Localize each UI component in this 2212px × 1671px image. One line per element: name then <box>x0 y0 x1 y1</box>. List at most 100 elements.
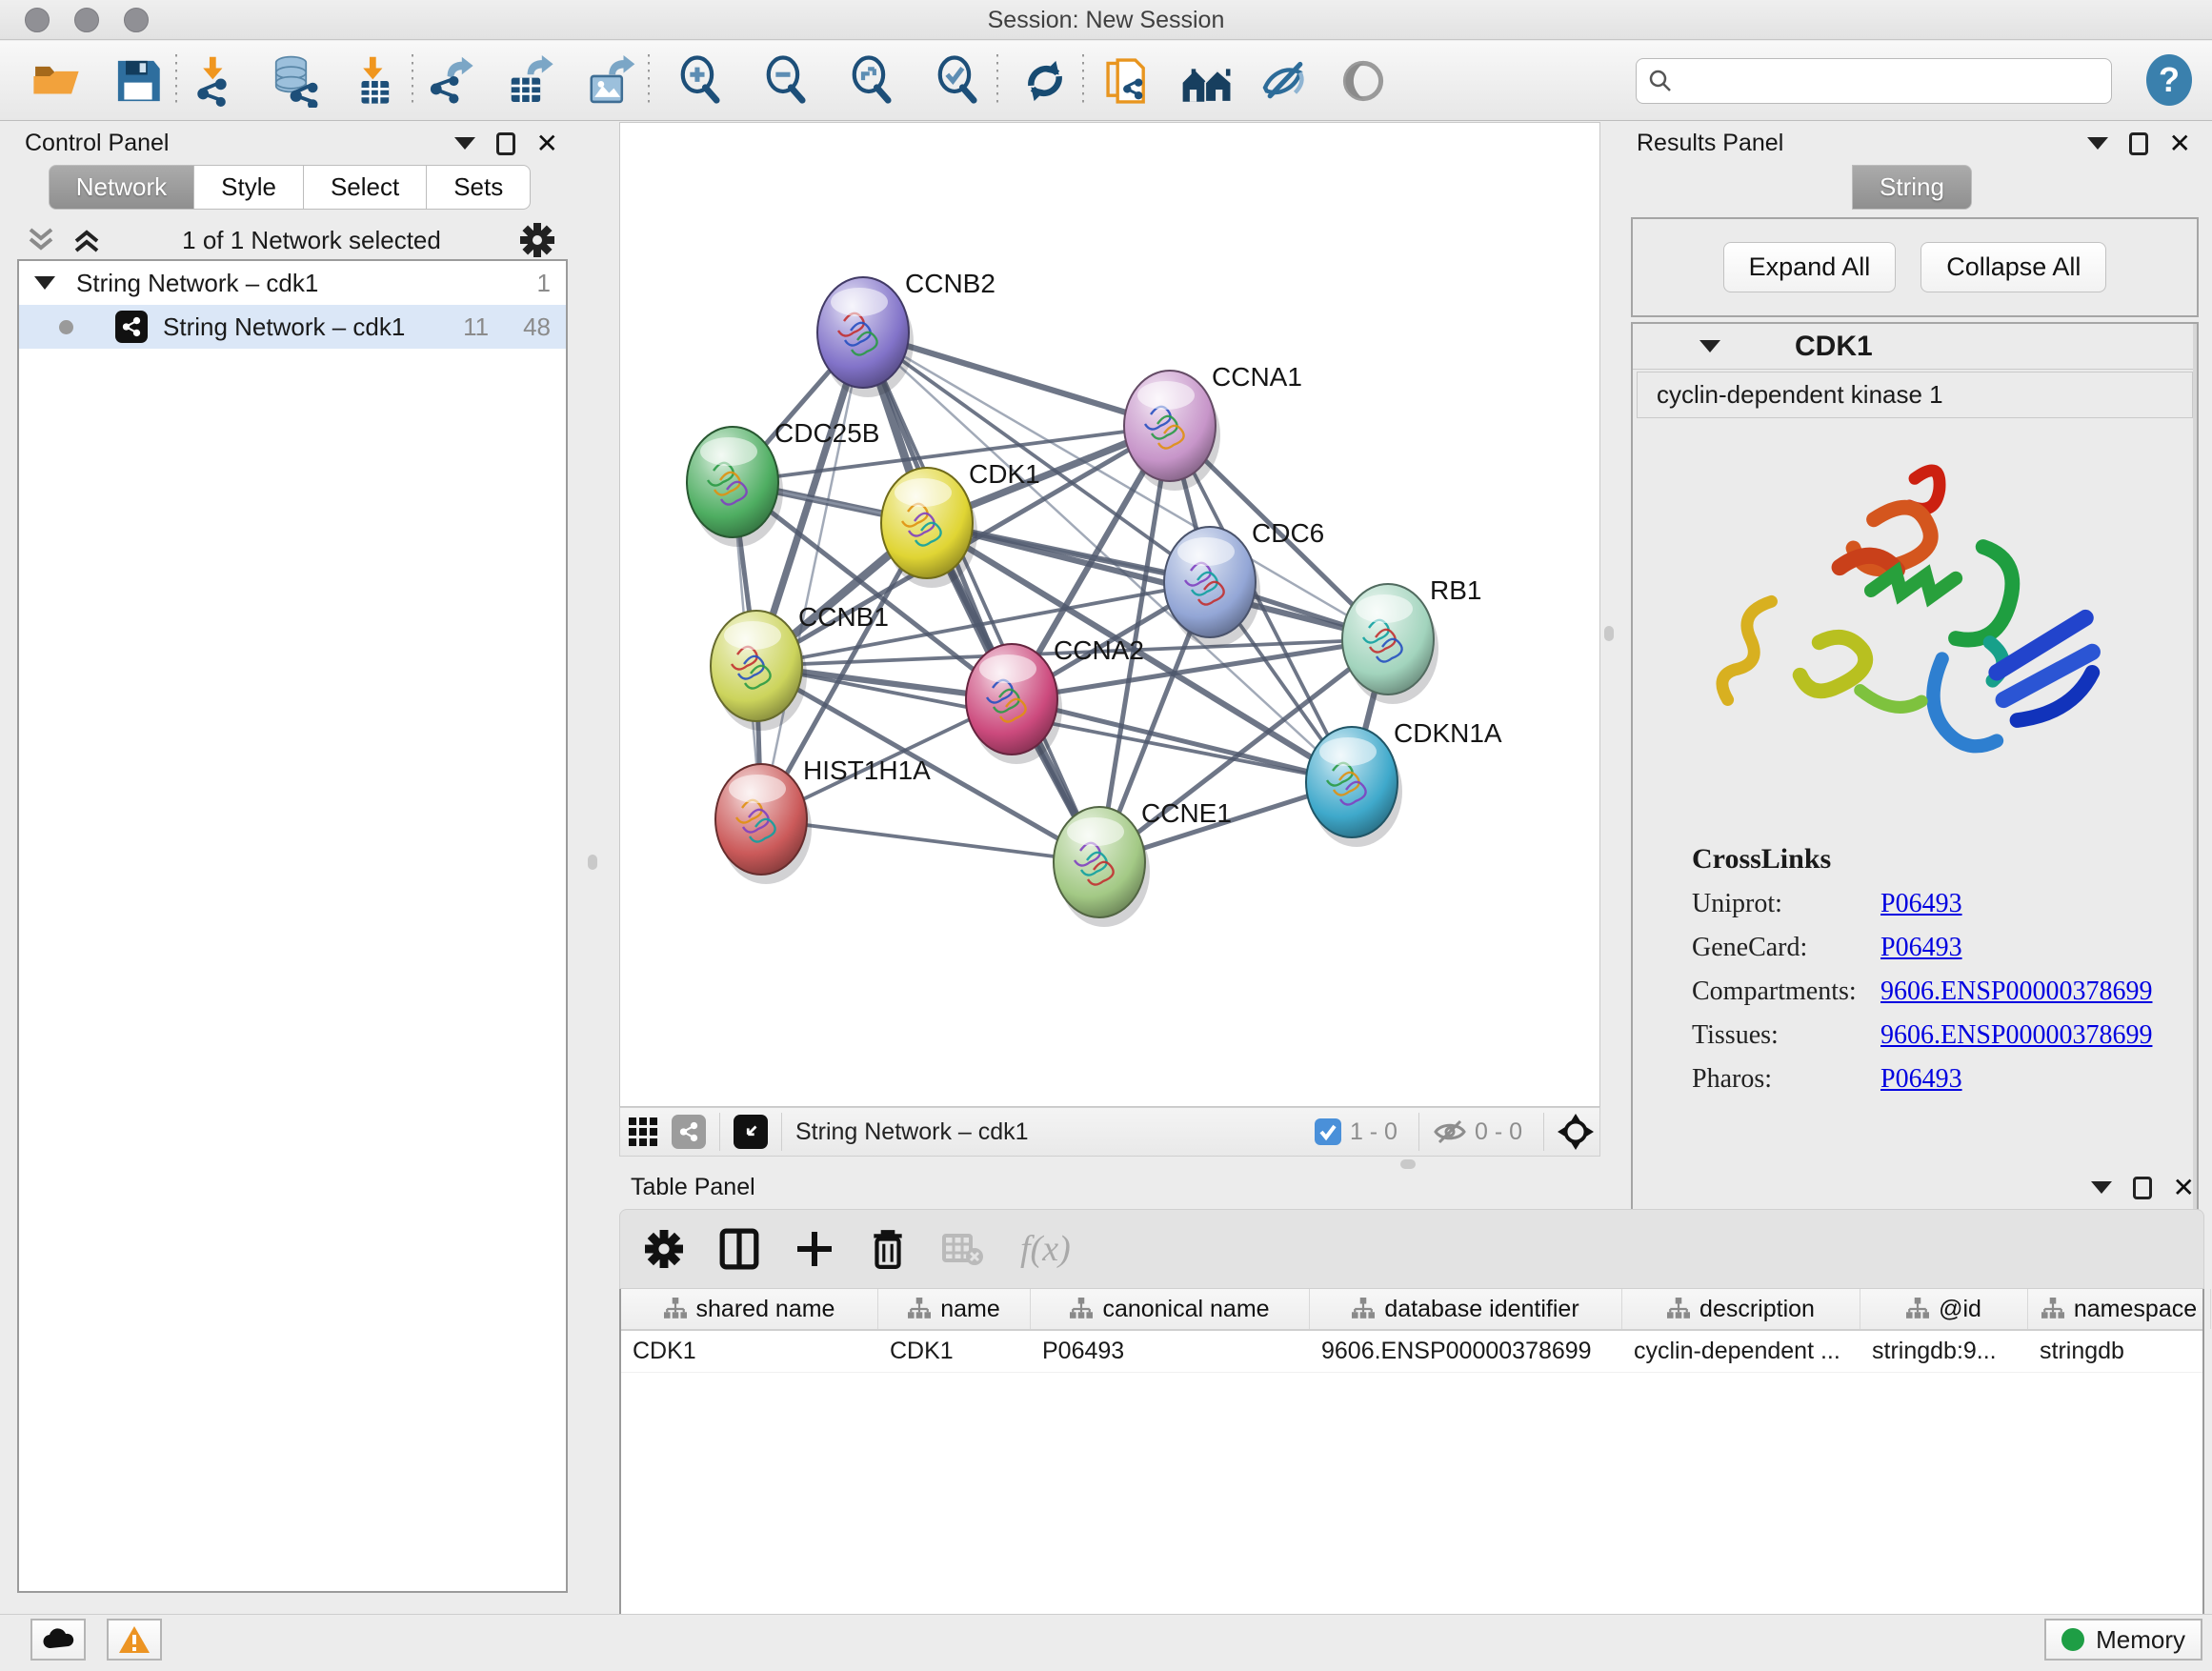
fit-selection-target-icon[interactable] <box>1558 1114 1594 1150</box>
bottom-splitter-handle[interactable] <box>1400 1159 1416 1169</box>
column-header--id[interactable]: @id <box>1860 1289 2028 1329</box>
open-session-icon[interactable] <box>29 53 84 109</box>
results-panel-float-icon[interactable] <box>2129 132 2148 155</box>
collection-expand-icon[interactable] <box>34 276 55 290</box>
results-scrollbar[interactable] <box>2193 324 2197 1233</box>
save-session-icon[interactable] <box>111 53 166 109</box>
crosslink-link[interactable]: P06493 <box>1880 1064 1962 1095</box>
hidden-eye-icon[interactable] <box>1433 1118 1467 1145</box>
clone-network-icon[interactable] <box>1101 53 1156 109</box>
zoom-in-icon[interactable] <box>674 53 730 109</box>
crosslink-row: Pharos:P06493 <box>1692 1064 2197 1095</box>
tab-style[interactable]: Style <box>194 165 304 210</box>
control-panel-tabs: Network Style Select Sets <box>8 165 572 210</box>
table-panel-float-icon[interactable] <box>2133 1177 2152 1199</box>
collapse-all-icon[interactable] <box>25 226 57 254</box>
table-options-gear-icon[interactable] <box>645 1230 683 1268</box>
control-panel-float-icon[interactable] <box>496 132 515 155</box>
export-image-icon[interactable] <box>583 53 638 109</box>
results-panel-close-icon[interactable]: ✕ <box>2169 131 2191 157</box>
tab-network[interactable]: Network <box>49 165 194 210</box>
table-panel-close-icon[interactable]: ✕ <box>2173 1175 2195 1201</box>
export-network-icon[interactable] <box>423 53 478 109</box>
network-options-gear-icon[interactable] <box>520 223 554 257</box>
network-node-ccnb2[interactable]: CCNB2 <box>817 269 995 397</box>
tab-select[interactable]: Select <box>304 165 427 210</box>
import-network-file-icon[interactable] <box>187 53 242 109</box>
table-panel: Table Panel ✕ f(x) shared namenamecanoni… <box>619 1170 2204 1613</box>
column-header-canonical-name[interactable]: canonical name <box>1031 1289 1310 1329</box>
add-column-icon[interactable] <box>795 1230 834 1268</box>
expand-all-button[interactable]: Expand All <box>1723 242 1897 292</box>
column-header-database-identifier[interactable]: database identifier <box>1310 1289 1622 1329</box>
export-table-icon[interactable] <box>503 53 558 109</box>
crosslink-link[interactable]: P06493 <box>1880 889 1962 919</box>
cloud-status-button[interactable] <box>30 1619 86 1661</box>
import-network-database-icon[interactable] <box>267 53 322 109</box>
cytoscape-window: Session: New Session <box>0 0 2212 1671</box>
network-node-cdc25b[interactable]: CDC25B <box>687 418 879 547</box>
results-panel-menu-icon[interactable] <box>2087 137 2108 150</box>
fit-content-icon[interactable] <box>846 53 901 109</box>
network-node-cdc6[interactable]: CDC6 <box>1164 518 1324 647</box>
network-collection-row[interactable]: String Network – cdk1 1 <box>19 261 566 305</box>
show-columns-icon[interactable] <box>719 1228 759 1270</box>
expand-all-icon[interactable] <box>70 226 103 254</box>
toolbar-separator <box>648 54 650 108</box>
crosslink-label: Compartments: <box>1692 976 1880 1007</box>
tab-string[interactable]: String <box>1852 165 1972 210</box>
crosslink-link[interactable]: 9606.ENSP00000378699 <box>1880 1020 2152 1051</box>
memory-button[interactable]: Memory <box>2044 1619 2202 1661</box>
import-table-icon[interactable] <box>347 53 402 109</box>
control-panel-close-icon[interactable]: ✕ <box>536 131 558 157</box>
network-row[interactable]: String Network – cdk1 11 48 <box>19 305 566 349</box>
enhance-network-icon[interactable] <box>1257 53 1313 109</box>
toggle-graphics-icon[interactable] <box>1336 53 1391 109</box>
column-header-namespace[interactable]: namespace <box>2028 1289 2211 1329</box>
network-node-ccne1[interactable]: CCNE1 <box>1054 798 1232 927</box>
selected-checkbox-icon[interactable] <box>1314 1117 1342 1146</box>
node-label: CDK1 <box>969 459 1040 489</box>
network-node-cdk1[interactable]: CDK1 <box>881 459 1040 588</box>
birds-eye-view-icon[interactable] <box>626 1115 660 1149</box>
function-builder-icon[interactable]: f(x) <box>1020 1228 1071 1270</box>
crosslink-link[interactable]: P06493 <box>1880 933 1962 963</box>
network-node-rb1[interactable]: RB1 <box>1342 575 1481 704</box>
help-icon[interactable]: ? <box>2142 52 2197 108</box>
detach-view-icon[interactable] <box>734 1115 768 1149</box>
network-edge[interactable] <box>761 332 863 819</box>
collapse-all-button[interactable]: Collapse All <box>1920 242 2106 292</box>
network-node-hist1h1a[interactable]: HIST1H1A <box>715 755 931 884</box>
control-panel-menu-icon[interactable] <box>454 137 475 150</box>
table-panel-menu-icon[interactable] <box>2091 1181 2112 1194</box>
search-input[interactable] <box>1675 67 2101 95</box>
crosslink-label: Pharos: <box>1692 1064 1880 1095</box>
network-node-ccnb1[interactable]: CCNB1 <box>711 602 889 731</box>
string-home-icon[interactable] <box>1179 53 1235 109</box>
svg-text:?: ? <box>2159 60 2180 99</box>
crosslink-link[interactable]: 9606.ENSP00000378699 <box>1880 976 2152 1007</box>
table-cell: P06493 <box>1031 1331 1310 1372</box>
zoom-out-icon[interactable] <box>760 53 815 109</box>
zoom-selected-icon[interactable] <box>932 53 987 109</box>
column-header-shared-name[interactable]: shared name <box>621 1289 878 1329</box>
column-header-description[interactable]: description <box>1622 1289 1860 1329</box>
refresh-layout-icon[interactable] <box>1017 53 1073 109</box>
protein-collapse-icon[interactable] <box>1699 340 1720 352</box>
right-splitter-handle[interactable] <box>1604 626 1614 641</box>
delete-table-icon[interactable] <box>942 1232 984 1266</box>
column-header-name[interactable]: name <box>878 1289 1031 1329</box>
tab-sets[interactable]: Sets <box>427 165 531 210</box>
network-overview-icon[interactable] <box>672 1115 706 1149</box>
warnings-button[interactable] <box>107 1619 162 1661</box>
protein-structure-image <box>1633 424 2197 834</box>
delete-column-icon[interactable] <box>870 1228 906 1270</box>
network-node-cdkn1a[interactable]: CDKN1A <box>1306 718 1502 847</box>
table-row[interactable]: CDK1CDK1P064939606.ENSP00000378699cyclin… <box>621 1331 2202 1373</box>
node-label: CCNB1 <box>798 602 889 632</box>
network-edge[interactable] <box>761 819 1099 862</box>
network-canvas[interactable]: CCNB2CCNA1CDC25BCDK1CDC6RB1CCNB1CCNA2CDK… <box>619 122 1600 1107</box>
column-header-label: description <box>1699 1296 1815 1323</box>
left-splitter-handle[interactable] <box>588 855 597 870</box>
node-label: CCNE1 <box>1141 798 1232 828</box>
